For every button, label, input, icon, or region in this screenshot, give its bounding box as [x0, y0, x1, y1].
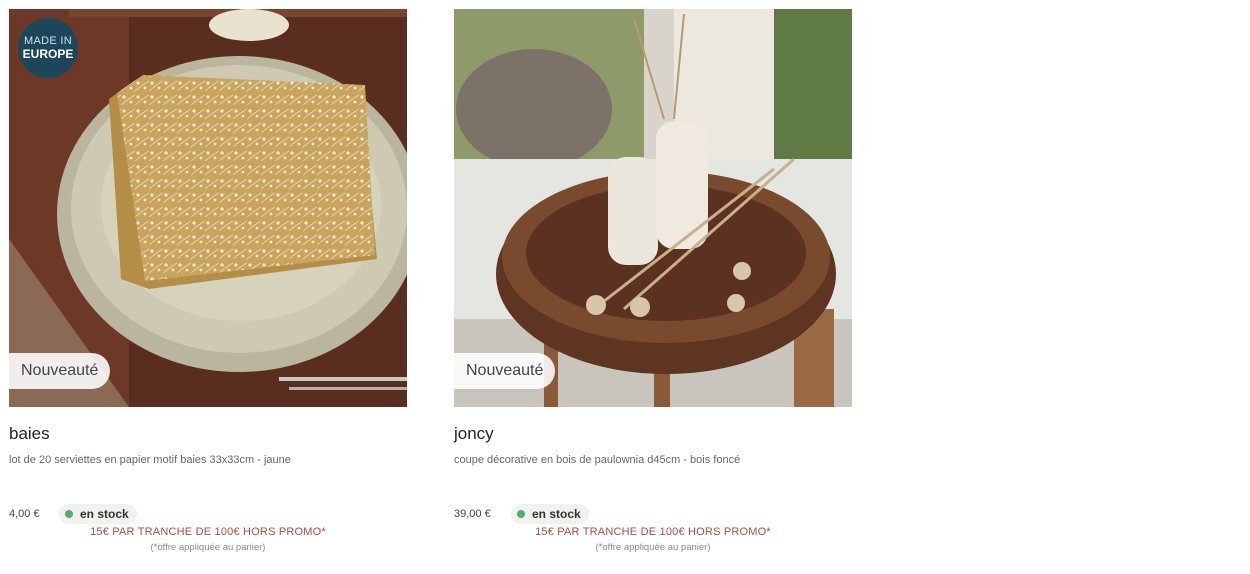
product-price: 4,00 €: [9, 508, 40, 520]
stock-label: en stock: [532, 507, 581, 521]
product-card-baies[interactable]: MADE IN EUROPE Nouveauté baies lot de 20…: [9, 9, 407, 553]
promo-text: 15€ PAR TRANCHE DE 100€ HORS PROMO*: [90, 526, 326, 538]
origin-badge-line2: EUROPE: [22, 47, 74, 61]
new-badge: Nouveauté: [454, 353, 556, 389]
product-name[interactable]: joncy: [454, 424, 852, 444]
stock-badge: en stock: [511, 504, 589, 524]
price-row: 39,00 € en stock: [454, 504, 589, 524]
promo-note: (*offre appliquée au panier): [595, 542, 711, 553]
wooden-bowl-photo: [454, 9, 852, 407]
product-image[interactable]: Nouveauté: [454, 9, 852, 407]
product-description: lot de 20 serviettes en papier motif bai…: [9, 454, 291, 466]
product-card-joncy[interactable]: Nouveauté joncy coupe décorative en bois…: [454, 9, 852, 553]
product-price: 39,00 €: [454, 508, 491, 520]
promo-text: 15€ PAR TRANCHE DE 100€ HORS PROMO*: [535, 526, 771, 538]
product-description: coupe décorative en bois de paulownia d4…: [454, 454, 741, 466]
price-row: 4,00 € en stock: [9, 504, 137, 524]
stock-dot-icon: [65, 510, 73, 518]
stock-dot-icon: [517, 510, 525, 518]
promo-note: (*offre appliquée au panier): [150, 542, 266, 553]
stock-label: en stock: [80, 507, 129, 521]
product-name[interactable]: baies: [9, 424, 407, 444]
new-badge: Nouveauté: [9, 353, 111, 389]
made-in-europe-badge: MADE IN EUROPE: [18, 18, 78, 78]
product-image[interactable]: MADE IN EUROPE Nouveauté: [9, 9, 407, 407]
stock-badge: en stock: [59, 504, 137, 524]
